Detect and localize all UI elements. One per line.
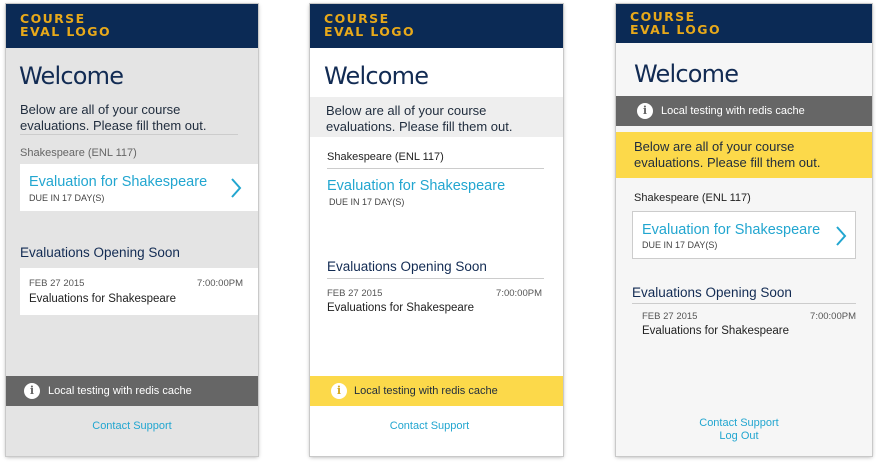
- divider: [632, 303, 856, 304]
- info-icon: i: [24, 383, 40, 399]
- opening-date: FEB 27 2015: [29, 278, 85, 289]
- info-icon: i: [331, 383, 347, 399]
- due-date: DUE IN 17 DAY(S): [329, 197, 405, 207]
- opening-soon-title: Evaluations Opening Soon: [327, 259, 487, 274]
- contact-support-link[interactable]: Contact Support: [6, 420, 258, 432]
- mockup-1: COURSE EVAL LOGO Welcome Below are all o…: [6, 4, 258, 456]
- due-date: DUE IN 17 DAY(S): [29, 193, 105, 203]
- divider: [327, 278, 544, 279]
- opening-date: FEB 27 2015: [327, 288, 383, 299]
- banner-text: Local testing with redis cache: [661, 105, 805, 117]
- chevron-right-icon: [231, 178, 242, 198]
- evaluation-card[interactable]: Evaluation for Shakespeare DUE IN 17 DAY…: [20, 164, 258, 211]
- evaluation-link[interactable]: Evaluation for Shakespeare: [29, 174, 207, 190]
- banner-text: Local testing with redis cache: [48, 385, 192, 397]
- opening-time: 7:00:00PM: [197, 278, 243, 289]
- course-eval-logo: COURSE EVAL LOGO: [20, 11, 111, 39]
- status-banner: i Local testing with redis cache: [6, 376, 258, 406]
- opening-evaluation-name: Evaluations for Shakespeare: [642, 325, 790, 337]
- opening-soon-item: FEB 27 2015 7:00:00PM Evaluations for Sh…: [20, 268, 258, 315]
- intro-text: Below are all of your course evaluations…: [20, 102, 207, 133]
- course-name: Shakespeare (ENL 117): [634, 192, 751, 204]
- opening-soon-title: Evaluations Opening Soon: [632, 285, 792, 300]
- opening-time: 7:00:00PM: [496, 288, 542, 299]
- course-name: Shakespeare (ENL 117): [20, 147, 137, 159]
- intro-text: Below are all of your course evaluations…: [616, 132, 872, 178]
- log-out-link[interactable]: Log Out: [616, 430, 862, 442]
- mockup-3: COURSE EVAL LOGO Welcome i Local testing…: [616, 4, 872, 456]
- app-header: COURSE EVAL LOGO: [616, 4, 872, 43]
- contact-support-link[interactable]: Contact Support: [310, 420, 549, 432]
- app-header: COURSE EVAL LOGO: [310, 4, 563, 48]
- course-eval-logo: COURSE EVAL LOGO: [324, 11, 415, 39]
- chevron-right-icon: [836, 226, 847, 246]
- opening-evaluation-name: Evaluations for Shakespeare: [29, 293, 177, 305]
- opening-soon-title: Evaluations Opening Soon: [20, 245, 180, 260]
- due-date: DUE IN 17 DAY(S): [642, 240, 718, 250]
- banner-text: Local testing with redis cache: [354, 385, 498, 397]
- intro-text: Below are all of your course evaluations…: [310, 97, 563, 137]
- contact-support-link[interactable]: Contact Support: [616, 417, 862, 429]
- divider: [327, 168, 544, 169]
- info-icon: i: [637, 103, 653, 119]
- opening-evaluation-name: Evaluations for Shakespeare: [327, 302, 475, 314]
- evaluation-link[interactable]: Evaluation for Shakespeare: [642, 222, 820, 238]
- course-eval-logo: COURSE EVAL LOGO: [630, 9, 721, 37]
- evaluation-link[interactable]: Evaluation for Shakespeare: [327, 178, 505, 194]
- mockup-2: COURSE EVAL LOGO Welcome Below are all o…: [310, 4, 563, 456]
- evaluation-card[interactable]: Evaluation for Shakespeare DUE IN 17 DAY…: [632, 211, 856, 259]
- opening-time: 7:00:00PM: [810, 311, 856, 322]
- welcome-heading: Welcome: [324, 62, 429, 90]
- status-banner: i Local testing with redis cache: [310, 376, 563, 406]
- opening-date: FEB 27 2015: [642, 311, 698, 322]
- app-header: COURSE EVAL LOGO: [6, 4, 258, 48]
- status-banner: i Local testing with redis cache: [616, 96, 872, 126]
- course-name: Shakespeare (ENL 117): [327, 151, 444, 163]
- divider: [20, 134, 238, 135]
- welcome-heading: Welcome: [19, 62, 124, 90]
- welcome-heading: Welcome: [634, 60, 739, 88]
